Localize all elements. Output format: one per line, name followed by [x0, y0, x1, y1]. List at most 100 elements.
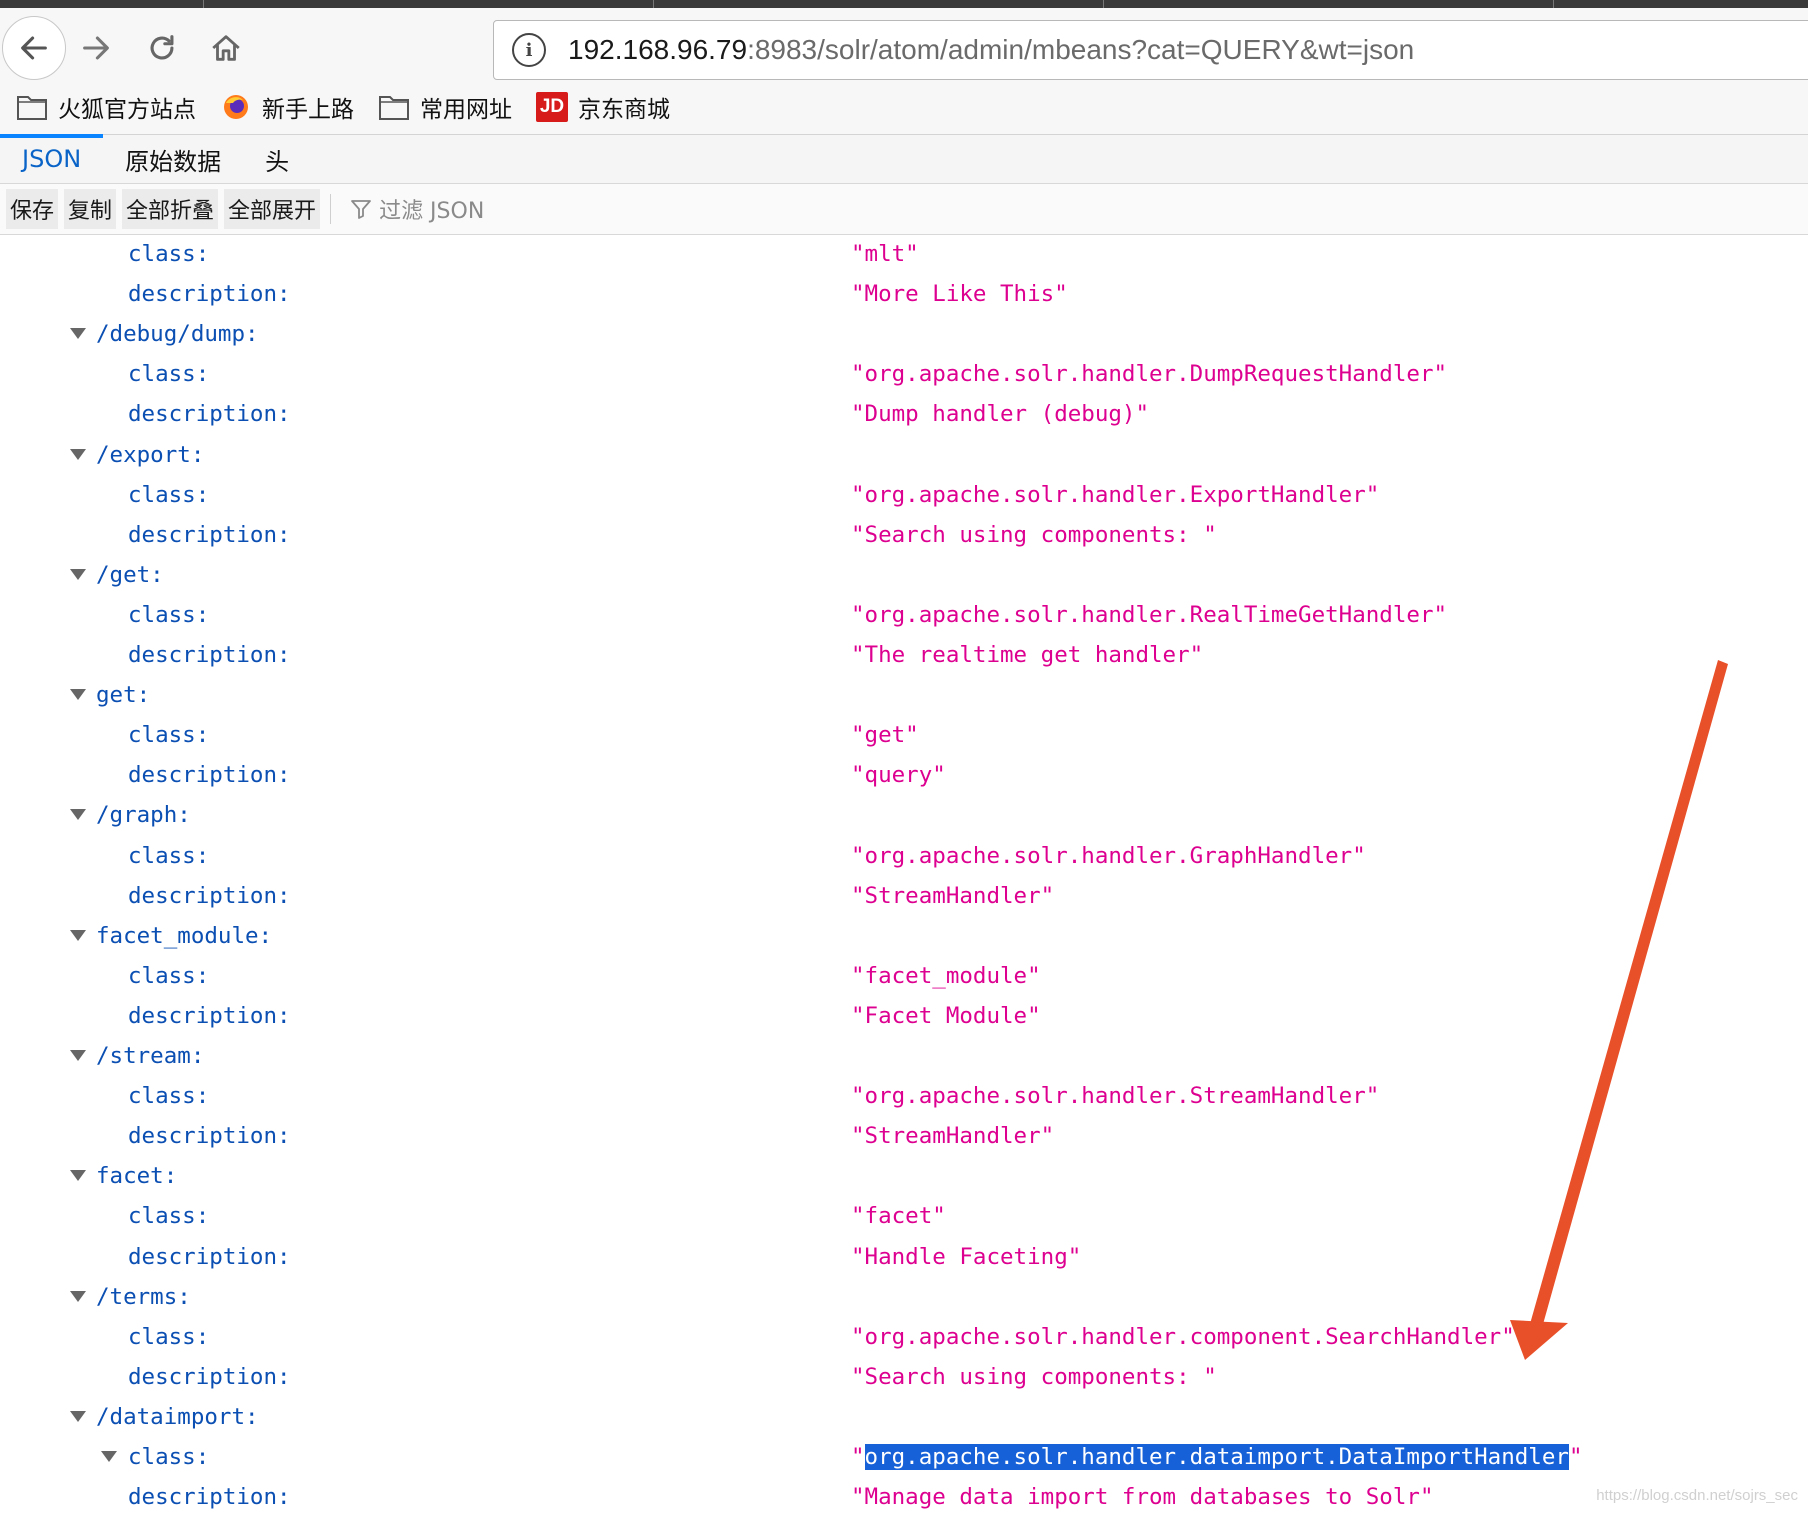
tree-property-row[interactable]: class: "org.apache.solr.handler.StreamHan… [0, 1076, 1808, 1116]
tree-value[interactable]: "More Like This" [851, 274, 1068, 314]
tree-property-row[interactable]: description: "More Like This" [0, 274, 1808, 314]
tree-value[interactable]: "Search using components: " [851, 515, 1217, 555]
tab-headers[interactable]: 头 [243, 135, 311, 183]
expand-toggle-icon[interactable] [70, 689, 86, 701]
tree-property-row[interactable]: class: "org.apache.solr.handler.GraphHand… [0, 836, 1808, 876]
tab-json[interactable]: JSON [0, 134, 104, 183]
tree-property-row[interactable]: class: "org.apache.solr.handler.DumpReque… [0, 354, 1808, 394]
tree-key: class: [128, 722, 210, 749]
tree-key: /debug/dump: [96, 321, 259, 348]
collapse-all-button[interactable]: 全部折叠 [122, 189, 219, 229]
copy-button[interactable]: 复制 [64, 189, 117, 229]
tree-key: /terms: [96, 1283, 191, 1310]
tree-key: description: [128, 1123, 291, 1150]
tree-value[interactable]: "Search using components: " [851, 1357, 1217, 1397]
expand-toggle-icon[interactable] [70, 1410, 86, 1422]
tree-value[interactable]: "StreamHandler" [851, 1116, 1054, 1156]
tree-property-row[interactable]: class: "mlt" [0, 234, 1808, 274]
tree-property-row[interactable]: description: "Search using components: " [0, 515, 1808, 555]
tree-value[interactable]: "org.apache.solr.handler.component.Searc… [851, 1317, 1515, 1357]
tree-property-row[interactable]: description: "Manage data import from dat… [0, 1477, 1808, 1517]
tree-property-row[interactable]: description: "StreamHandler" [0, 1116, 1808, 1156]
tab-raw-data[interactable]: 原始数据 [103, 135, 243, 183]
expand-toggle-icon[interactable] [70, 448, 86, 460]
expand-toggle-icon[interactable] [70, 809, 86, 821]
tree-value[interactable]: "Facet Module" [851, 996, 1041, 1036]
tree-group-row[interactable]: /dataimport: [0, 1397, 1808, 1437]
tree-key: /stream: [96, 1043, 205, 1069]
tree-group-row[interactable]: facet: [0, 1156, 1808, 1196]
tree-key: class: [128, 962, 210, 989]
tree-value[interactable]: "org.apache.solr.handler.dataimport.Data… [851, 1437, 1583, 1477]
tree-group-row[interactable]: /debug/dump: [0, 314, 1808, 354]
tree-property-row[interactable]: class: "facet_module" [0, 956, 1808, 996]
tree-value[interactable]: "Manage data import from databases to So… [851, 1477, 1433, 1517]
tree-value[interactable]: "mlt" [851, 234, 919, 274]
address-bar[interactable]: i 192.168.96.79:8983/solr/atom/admin/mbe… [493, 20, 1808, 80]
expand-toggle-icon[interactable] [70, 1170, 86, 1182]
tree-property-row[interactable]: description: "Dump handler (debug)" [0, 394, 1808, 434]
bookmark-label: 京东商城 [578, 97, 670, 123]
tree-group-row[interactable]: facet_module: [0, 916, 1808, 956]
expand-all-button[interactable]: 全部展开 [224, 189, 321, 229]
tree-value[interactable]: "org.apache.solr.handler.DumpRequestHand… [851, 354, 1447, 394]
save-button[interactable]: 保存 [6, 189, 59, 229]
tree-value[interactable]: "facet" [851, 1196, 946, 1236]
info-icon[interactable]: i [512, 33, 546, 67]
selected-text: org.apache.solr.handler.dataimport.DataI… [864, 1444, 1569, 1470]
tree-property-row[interactable]: description: "Search using components: " [0, 1357, 1808, 1397]
back-button[interactable] [2, 16, 66, 80]
tree-key: class: [128, 361, 210, 388]
bookmark-label: 新手上路 [262, 97, 354, 123]
tree-key: class: [128, 1323, 210, 1350]
expand-toggle-icon[interactable] [70, 328, 86, 340]
tree-property-row[interactable]: description: "Handle Faceting" [0, 1237, 1808, 1277]
tree-value[interactable]: "query" [851, 755, 946, 795]
tree-value[interactable]: "The realtime get handler" [851, 635, 1203, 675]
tree-property-row[interactable]: description: "The realtime get handler" [0, 635, 1808, 675]
forward-button[interactable] [66, 18, 126, 78]
tree-group-row[interactable]: get: [0, 675, 1808, 715]
tree-value[interactable]: "facet_module" [851, 956, 1041, 996]
expand-toggle-icon[interactable] [70, 929, 86, 941]
firefox-icon [224, 95, 248, 119]
bookmark-firefox-official[interactable]: 火狐官方站点 [16, 90, 196, 124]
tree-property-row[interactable]: description: "query" [0, 755, 1808, 795]
expand-toggle-icon[interactable] [70, 1050, 86, 1061]
tree-group-row[interactable]: /stream: [0, 1036, 1808, 1076]
tree-value[interactable]: "Dump handler (debug)" [851, 394, 1149, 434]
reload-button[interactable] [132, 18, 192, 78]
tree-value[interactable]: "get" [851, 715, 919, 755]
json-viewer-tabs: JSON 原始数据 头 [0, 134, 1808, 184]
bookmark-jd-mall[interactable]: JD 京东商城 [536, 90, 670, 124]
tree-property-row[interactable]: class: "org.apache.solr.handler.ExportHan… [0, 475, 1808, 515]
tree-key: /graph: [96, 802, 191, 829]
expand-toggle-icon[interactable] [70, 568, 86, 580]
tree-group-row[interactable]: /get: [0, 555, 1808, 595]
tree-group-row[interactable]: /graph: [0, 795, 1808, 835]
tree-property-row[interactable]: class: "get" [0, 715, 1808, 755]
tree-property-row[interactable]: description: "StreamHandler" [0, 876, 1808, 916]
tree-property-row[interactable]: description: "Facet Module" [0, 996, 1808, 1036]
tree-property-row[interactable]: class: "org.apache.solr.handler.dataimpor… [0, 1437, 1808, 1477]
tree-key: facet_module: [96, 922, 273, 949]
tree-group-row[interactable]: /export: [0, 435, 1808, 475]
tree-value[interactable]: "StreamHandler" [851, 876, 1054, 916]
tree-property-row[interactable]: class: "facet" [0, 1196, 1808, 1236]
tree-key: class: [128, 601, 210, 628]
expand-toggle-icon[interactable] [70, 1290, 86, 1302]
tree-property-row[interactable]: class: "org.apache.solr.handler.component… [0, 1317, 1808, 1357]
tree-group-row[interactable]: /terms: [0, 1277, 1808, 1317]
bookmark-common-sites[interactable]: 常用网址 [378, 90, 512, 124]
tree-key: description: [128, 882, 291, 909]
filter-json-input[interactable]: 过滤 JSON [349, 193, 484, 225]
tree-value[interactable]: "Handle Faceting" [851, 1237, 1081, 1277]
bookmark-getting-started[interactable]: 新手上路 [220, 90, 354, 124]
tree-value[interactable]: "org.apache.solr.handler.ExportHandler" [851, 475, 1379, 515]
home-button[interactable] [196, 18, 256, 78]
expand-toggle-icon[interactable] [101, 1451, 117, 1462]
tree-value[interactable]: "org.apache.solr.handler.StreamHandler" [851, 1076, 1379, 1116]
tree-property-row[interactable]: class: "org.apache.solr.handler.RealTimeG… [0, 595, 1808, 635]
tree-value[interactable]: "org.apache.solr.handler.GraphHandler" [851, 836, 1366, 876]
tree-value[interactable]: "org.apache.solr.handler.RealTimeGetHand… [851, 595, 1447, 635]
